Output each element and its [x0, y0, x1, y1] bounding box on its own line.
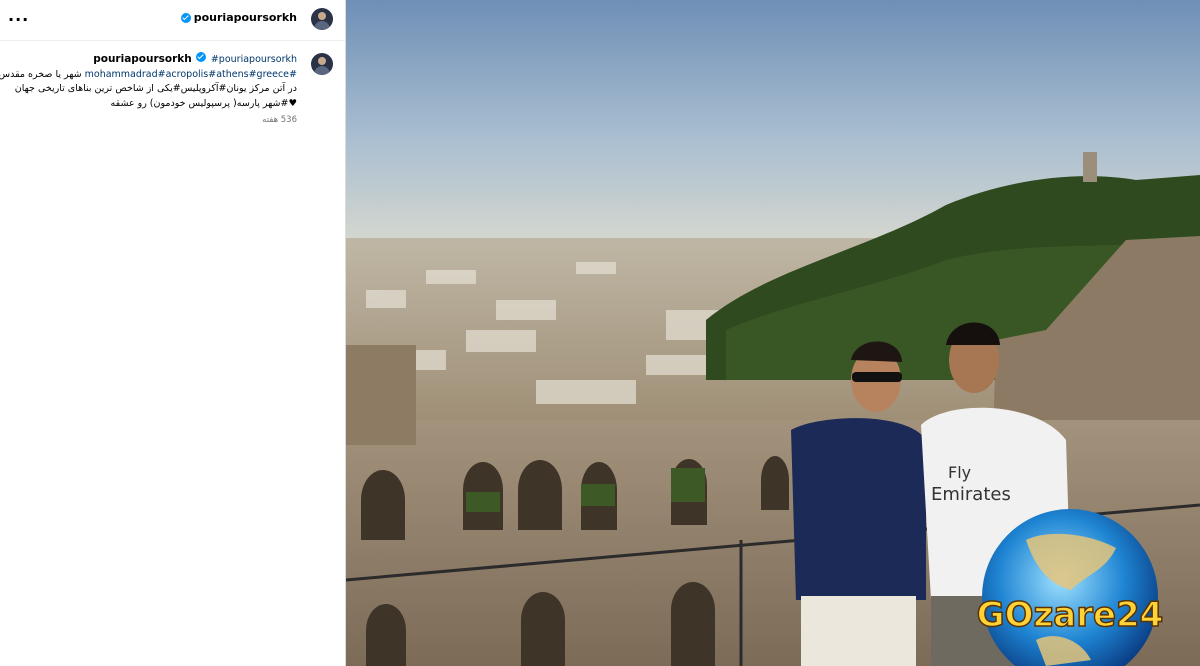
hashtags-en[interactable]: #mohammadrad#acropolis#athens#greece [85, 69, 297, 80]
photo-scene: Fly Emirates GOzare24 [346, 0, 1200, 666]
caption-line-3: در آتن مرکز یونان#آکروپلیس#یکی از شاخص ت… [14, 83, 297, 94]
post-header: ... pouriapoursorkh [0, 0, 345, 41]
caption-avatar[interactable] [311, 53, 333, 75]
caption-line-4: ♥#شهر پارسه( پرسپولیس خودمون) رو عشقه [110, 97, 297, 109]
shirt-text-2: Emirates [931, 484, 1011, 505]
caption-line-1: pouriapoursorkh #pouriapoursorkh [7, 52, 297, 68]
caption-text-2: شهر یا صخره مقدس # [0, 68, 82, 80]
header-avatar[interactable] [311, 8, 333, 30]
caption-username[interactable]: pouriapoursorkh [93, 53, 192, 65]
post-timestamp[interactable]: 536 هفته [7, 113, 297, 128]
caption: pouriapoursorkh #pouriapoursorkh #mohamm… [0, 52, 297, 128]
shirt-text-1: Fly [948, 463, 971, 482]
verified-icon [195, 52, 206, 62]
header-user[interactable]: pouriapoursorkh [180, 11, 297, 24]
more-options-icon[interactable]: ... [8, 6, 29, 25]
post-sidebar: ... pouriapoursorkh pouriapoursorkh #pou… [0, 0, 346, 666]
hashtag-self[interactable]: #pouriapoursorkh [211, 54, 297, 65]
caption-line-2: #mohammadrad#acropolis#athens#greece شهر… [0, 68, 297, 83]
post-photo: Fly Emirates GOzare24 [346, 0, 1200, 666]
watermark-text: GOzare24 [977, 595, 1164, 635]
header-username[interactable]: pouriapoursorkh [194, 11, 297, 24]
verified-icon [180, 12, 191, 23]
